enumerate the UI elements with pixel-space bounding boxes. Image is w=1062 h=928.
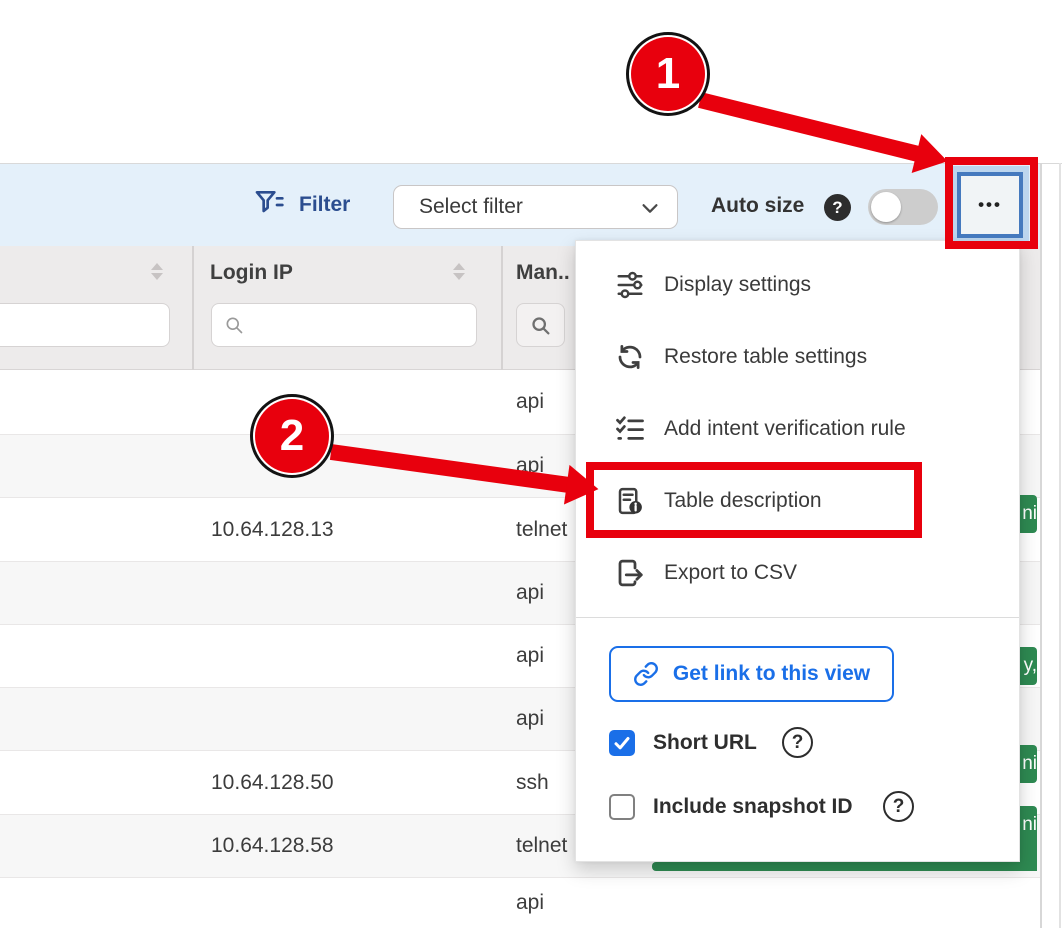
checklist-icon bbox=[615, 414, 645, 444]
check-icon bbox=[613, 734, 631, 752]
cell-login-ip: 10.64.128.13 bbox=[211, 498, 334, 561]
search-input[interactable] bbox=[0, 314, 157, 336]
include-snapshot-help-icon[interactable]: ? bbox=[883, 791, 914, 822]
menu-divider bbox=[576, 617, 1019, 618]
annotation-box-more-button bbox=[945, 157, 1038, 249]
short-url-help-icon[interactable]: ? bbox=[782, 727, 813, 758]
step-number: 2 bbox=[255, 399, 329, 473]
search-icon bbox=[224, 315, 244, 335]
annotation-arrow-1 bbox=[698, 92, 919, 161]
menu-item-restore-table-settings[interactable]: Restore table settings bbox=[576, 335, 1019, 379]
sort-icon[interactable] bbox=[453, 263, 466, 280]
annotation-box-table-description bbox=[586, 462, 922, 538]
autosize-label: Auto size bbox=[711, 194, 804, 218]
menu-item-label: Restore table settings bbox=[664, 345, 867, 369]
short-url-label: Short URL bbox=[653, 731, 757, 755]
search-input[interactable] bbox=[252, 314, 464, 336]
annotation-step-1: 1 bbox=[626, 32, 710, 116]
refresh-icon bbox=[615, 342, 645, 372]
table-row[interactable]: api bbox=[0, 877, 1040, 928]
filter-button[interactable]: Filter bbox=[253, 172, 363, 238]
include-snapshot-label: Include snapshot ID bbox=[653, 795, 853, 819]
menu-item-add-intent-verification-rule[interactable]: Add intent verification rule bbox=[576, 407, 1019, 451]
search-icon bbox=[530, 315, 551, 336]
step-number: 1 bbox=[631, 37, 705, 111]
cell-login-ip: 10.64.128.58 bbox=[211, 815, 334, 877]
status-badge: ni bbox=[1020, 495, 1037, 533]
annotation-step-2: 2 bbox=[250, 394, 334, 478]
filter-select-value: Select filter bbox=[419, 195, 523, 219]
link-icon bbox=[633, 661, 659, 687]
status-badge-bottom-sliver bbox=[652, 862, 1037, 871]
scrollbar-track-edge bbox=[1059, 163, 1061, 928]
include-snapshot-checkbox[interactable] bbox=[609, 794, 635, 820]
column-header-management[interactable]: Man.. bbox=[516, 261, 570, 285]
status-badge: ni bbox=[1020, 745, 1037, 783]
cell-management: telnet bbox=[516, 498, 574, 561]
more-options-menu: Display settings Restore table settings bbox=[575, 240, 1020, 862]
menu-item-label: Add intent verification rule bbox=[664, 417, 906, 441]
cell-management: ssh bbox=[516, 751, 574, 814]
get-link-button[interactable]: Get link to this view bbox=[609, 646, 894, 702]
filter-select[interactable]: Select filter bbox=[393, 185, 678, 229]
page: Filter Select filter Auto size ? ••• Log… bbox=[0, 0, 1062, 928]
status-badge: y, bbox=[1020, 647, 1037, 685]
autosize-help-icon[interactable]: ? bbox=[824, 194, 851, 221]
cell-management: api bbox=[516, 878, 574, 928]
cell-management: api bbox=[516, 370, 574, 434]
get-link-label: Get link to this view bbox=[673, 662, 870, 686]
menu-item-display-settings[interactable]: Display settings bbox=[576, 263, 1019, 307]
chevron-down-icon bbox=[639, 197, 661, 224]
column-search-login-ip[interactable] bbox=[211, 303, 477, 347]
status-badge: ni bbox=[1020, 806, 1037, 868]
filter-icon bbox=[253, 187, 285, 224]
column-search-management[interactable] bbox=[516, 303, 565, 347]
export-icon bbox=[615, 558, 645, 588]
table-toolbar: Filter Select filter Auto size ? bbox=[0, 164, 1040, 246]
menu-item-label: Export to CSV bbox=[664, 561, 797, 585]
cell-management: api bbox=[516, 688, 574, 750]
filter-label: Filter bbox=[299, 193, 350, 217]
cell-management: api bbox=[516, 562, 574, 624]
column-search-first[interactable] bbox=[0, 303, 170, 347]
sliders-icon bbox=[615, 270, 645, 300]
cell-management: api bbox=[516, 625, 574, 687]
short-url-checkbox[interactable] bbox=[609, 730, 635, 756]
column-header-login-ip[interactable]: Login IP bbox=[210, 261, 293, 285]
cell-login-ip: 10.64.128.50 bbox=[211, 751, 334, 814]
menu-item-export-to-csv[interactable]: Export to CSV bbox=[576, 551, 1019, 595]
panel-edge-line bbox=[1040, 163, 1042, 928]
toggle-knob bbox=[871, 192, 901, 222]
cell-management: telnet bbox=[516, 815, 574, 877]
sort-icon[interactable] bbox=[151, 263, 164, 280]
autosize-toggle[interactable] bbox=[868, 189, 938, 225]
menu-item-label: Display settings bbox=[664, 273, 811, 297]
